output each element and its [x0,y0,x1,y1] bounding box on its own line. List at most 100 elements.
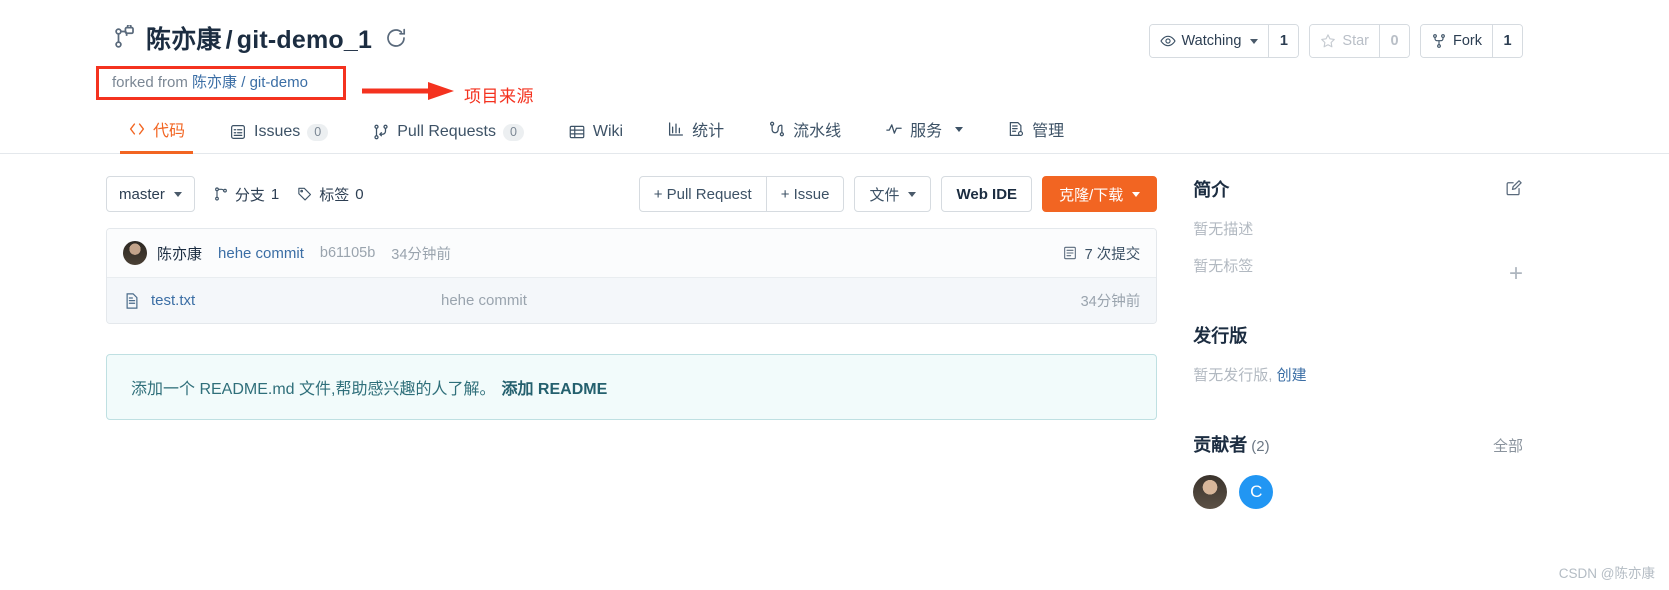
sidebar: 简介 暂无描述 暂无标签 + 发行版 暂无发行版, 创建 贡献者 (2) 全部 … [1157,176,1523,509]
branch-selector[interactable]: master [106,176,195,212]
fork-icon [1433,34,1445,48]
new-pull-request-button[interactable]: + Pull Request [640,177,766,211]
releases-empty: 暂无发行版, 创建 [1193,364,1523,385]
add-readme-button[interactable]: 添加 README [501,381,607,398]
star-button-group[interactable]: Star 0 [1309,24,1410,58]
add-readme-callout: 添加一个 README.md 文件,帮助感兴趣的人了解。 添加 README [106,354,1158,420]
file-name[interactable]: test.txt [151,292,441,309]
tab-wiki-label: Wiki [592,123,624,140]
avatar[interactable] [1193,475,1228,509]
tab-manage[interactable]: 管理 [985,117,1086,153]
plus-icon[interactable]: + [1509,262,1523,286]
main-column: master 分支 1 标签 0 + Pull Request + Issue … [106,176,1158,509]
commit-message[interactable]: hehe commit [218,245,304,262]
releases-section: 发行版 暂无发行版, 创建 [1193,322,1523,385]
issue-icon [231,125,245,139]
contributors-title: 贡献者 [1193,435,1248,455]
branches-count: 1 [270,185,280,203]
add-readme-text: 添加一个 README.md 文件,帮助感兴趣的人了解。 [131,381,496,398]
releases-empty-text: 暂无发行版, [1193,367,1273,384]
branch-selector-label: master [119,185,165,203]
repo-owner[interactable]: 陈亦康 [146,26,222,54]
tab-pipeline-label: 流水线 [793,123,842,140]
refresh-icon[interactable] [384,26,408,50]
avatar [123,241,147,265]
chevron-down-icon [1132,191,1141,197]
fork-count[interactable]: 1 [1492,25,1522,57]
title-separator: / [225,26,233,54]
tab-issues[interactable]: Issues 0 [207,123,350,153]
create-release-link[interactable]: 创建 [1277,367,1307,384]
contributors-section: 贡献者 (2) 全部 C [1193,431,1523,509]
repo-forked-lock-icon [112,25,138,51]
file-commit-time: 34分钟前 [1080,294,1141,310]
watch-button-group[interactable]: Watching 1 [1148,24,1300,58]
manage-icon [1009,122,1024,137]
commit-author[interactable]: 陈亦康 [157,243,202,264]
watch-count[interactable]: 1 [1268,25,1299,57]
watch-button[interactable]: Watching [1149,25,1269,57]
releases-title: 发行版 [1193,326,1248,346]
chevron-down-icon [173,191,182,197]
pipeline-icon [770,121,785,137]
star-button[interactable]: Star [1310,25,1379,57]
watch-label: Watching [1181,33,1242,49]
contributors-all-link[interactable]: 全部 [1493,435,1523,456]
tab-issues-label: Issues [254,123,301,140]
fork-button[interactable]: Fork [1421,25,1492,57]
contributors-count: (2) [1251,438,1270,455]
files-dropdown-button[interactable]: 文件 [854,176,932,212]
commit-sha[interactable]: b61105b [320,245,375,261]
chart-icon [669,122,684,136]
tags-link[interactable]: 标签 0 [297,184,364,205]
forked-from-owner[interactable]: 陈亦康 [192,74,237,91]
branches-link[interactable]: 分支 1 [213,184,279,205]
clone-download-button[interactable]: 克隆/下载 [1042,176,1158,212]
repo-name[interactable]: git-demo_1 [237,26,372,54]
tab-wiki[interactable]: Wiki [546,123,645,153]
chevron-down-icon [908,191,917,197]
files-dropdown-label: 文件 [869,186,900,204]
tab-pull-requests-label: Pull Requests [397,123,496,140]
tab-pull-requests[interactable]: Pull Requests 0 [350,123,546,153]
forked-from-repo[interactable]: git-demo [250,74,308,91]
forked-from-row: forked from 陈亦康 / git-demo [0,66,1669,104]
about-tags: 暂无标签 [1193,258,1254,275]
edit-icon[interactable] [1504,178,1523,197]
table-row[interactable]: test.txt hehe commit 34分钟前 [107,278,1157,323]
tab-pull-requests-badge: 0 [502,123,524,141]
contributors-avatars: C [1193,475,1523,509]
tab-code[interactable]: 代码 [106,117,207,154]
avatar[interactable]: C [1239,475,1274,509]
about-description: 暂无描述 [1193,221,1254,238]
file-icon [126,292,138,309]
tab-code-label: 代码 [153,123,186,140]
repo-meta-links: 分支 1 标签 0 [213,184,364,205]
service-icon [886,124,902,134]
tab-manage-label: 管理 [1032,123,1065,140]
new-issue-button[interactable]: + Issue [765,177,844,211]
tab-services-label: 服务 [910,123,943,140]
repo-nav-tabs: 代码 Issues 0 Pull Requests 0 Wiki 统计 流水线 … [0,110,1669,154]
tags-count: 0 [355,185,364,203]
page-body: master 分支 1 标签 0 + Pull Request + Issue … [0,154,1669,509]
web-ide-button[interactable]: Web IDE [941,176,1033,212]
watermark: CSDN @陈亦康 [1558,566,1655,581]
forked-from-slash: / [241,74,246,91]
tab-pipeline[interactable]: 流水线 [746,117,863,153]
header-actions: Watching 1 Star 0 Fork 1 [1148,24,1523,58]
star-label: Star [1342,33,1369,49]
commit-count-link[interactable]: 7 次提交 [1062,243,1140,264]
fork-button-group[interactable]: Fork 1 [1420,24,1523,58]
file-browser-panel: 陈亦康 hehe commit b61105b 34分钟前 7 次提交 test… [106,228,1158,324]
tab-services[interactable]: 服务 [863,117,985,153]
tab-statistics[interactable]: 统计 [645,117,746,153]
chevron-down-icon [955,126,964,132]
star-count[interactable]: 0 [1379,25,1409,57]
forked-from-text: forked from 陈亦康 / git-demo [112,70,308,96]
about-title: 简介 [1193,180,1230,200]
commit-time: 34分钟前 [391,246,451,263]
commits-icon [1063,246,1076,260]
